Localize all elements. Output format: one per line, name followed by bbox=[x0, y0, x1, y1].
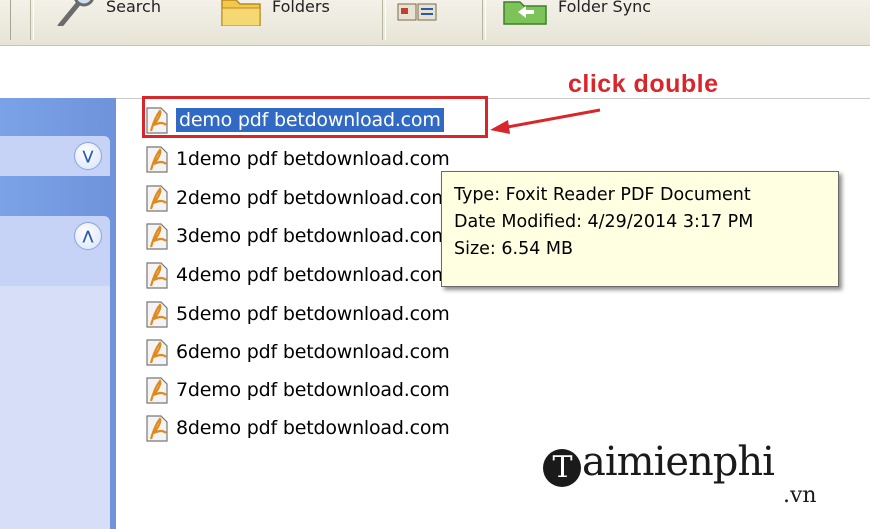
views-icon bbox=[397, 3, 437, 21]
folder-sync-icon bbox=[503, 1, 547, 25]
file-info-tooltip: Type: Foxit Reader PDF Document Date Mod… bbox=[441, 171, 839, 287]
file-item[interactable]: 5demo pdf betdownload.com bbox=[144, 297, 450, 331]
file-name: 5demo pdf betdownload.com bbox=[176, 303, 450, 325]
folder-sync-button[interactable]: Folder Sync bbox=[500, 0, 652, 25]
pdf-file-icon bbox=[144, 260, 170, 290]
pdf-file-icon bbox=[144, 337, 170, 367]
task-pane-section-collapsed: ⋁ bbox=[0, 136, 110, 176]
file-item[interactable]: 1demo pdf betdownload.com bbox=[144, 142, 450, 176]
folders-button[interactable]: Folders bbox=[218, 0, 330, 26]
annotation-label: click double bbox=[568, 70, 719, 98]
file-item[interactable]: 7demo pdf betdownload.com bbox=[144, 373, 450, 407]
pdf-file-icon bbox=[144, 299, 170, 329]
annotation-arrow-icon bbox=[490, 108, 601, 134]
file-name: 3demo pdf betdownload.com bbox=[176, 225, 450, 247]
task-pane: ⋁ ⋀ bbox=[0, 98, 116, 529]
toolbar-separator bbox=[382, 0, 386, 40]
pdf-file-icon bbox=[144, 221, 170, 251]
watermark-brand: Taimienphi bbox=[543, 439, 775, 487]
toolbar-separator bbox=[482, 0, 486, 40]
file-item[interactable]: 8demo pdf betdownload.com bbox=[144, 411, 450, 445]
file-name: 8demo pdf betdownload.com bbox=[176, 417, 450, 439]
search-icon bbox=[57, 0, 94, 26]
file-item[interactable]: 3demo pdf betdownload.com bbox=[144, 219, 450, 253]
pdf-file-icon bbox=[144, 144, 170, 174]
folder-icon bbox=[221, 0, 261, 26]
chevron-up-icon[interactable]: ⋀ bbox=[74, 222, 102, 250]
file-name: 2demo pdf betdownload.com bbox=[176, 187, 450, 209]
pdf-file-icon bbox=[144, 413, 170, 443]
file-name: 1demo pdf betdownload.com bbox=[176, 148, 450, 170]
watermark-domain: .vn bbox=[783, 483, 817, 508]
chevron-down-icon[interactable]: ⋁ bbox=[74, 142, 102, 170]
address-bar-area bbox=[0, 46, 870, 99]
file-item[interactable]: 4demo pdf betdownload.com bbox=[144, 258, 450, 292]
task-pane-section-expanded: ⋀ bbox=[0, 216, 110, 286]
file-name: 6demo pdf betdownload.com bbox=[176, 341, 450, 363]
search-label: Search bbox=[106, 0, 161, 16]
watermark-logo: Taimienphi .vn bbox=[543, 439, 843, 519]
tooltip-type: Type: Foxit Reader PDF Document bbox=[454, 185, 751, 205]
toolbar: Search Folders Folder Sync bbox=[0, 0, 870, 46]
file-item[interactable]: 6demo pdf betdownload.com bbox=[144, 335, 450, 369]
toolbar-grip bbox=[6, 0, 11, 40]
pdf-file-icon bbox=[144, 183, 170, 213]
folders-label: Folders bbox=[272, 0, 330, 16]
views-button[interactable] bbox=[396, 0, 440, 22]
tooltip-size: Size: 6.54 MB bbox=[454, 239, 574, 259]
tooltip-date-modified: Date Modified: 4/29/2014 3:17 PM bbox=[454, 212, 754, 232]
pdf-file-icon bbox=[144, 375, 170, 405]
file-name: 4demo pdf betdownload.com bbox=[176, 264, 450, 286]
file-item[interactable]: 2demo pdf betdownload.com bbox=[144, 181, 450, 215]
file-name: 7demo pdf betdownload.com bbox=[176, 379, 450, 401]
highlight-box bbox=[142, 96, 488, 138]
search-button[interactable]: Search bbox=[52, 0, 161, 26]
toolbar-separator bbox=[30, 0, 34, 40]
task-pane-section-body bbox=[0, 286, 110, 529]
folder-sync-label: Folder Sync bbox=[558, 0, 652, 16]
